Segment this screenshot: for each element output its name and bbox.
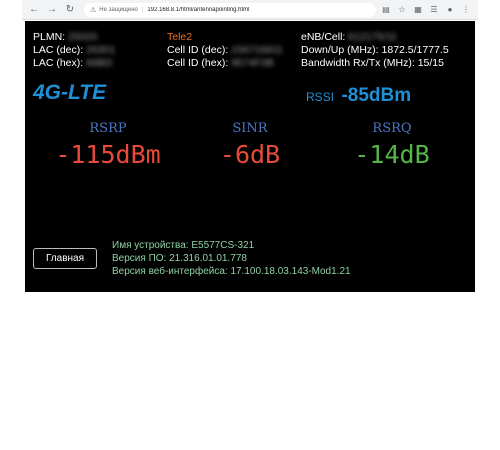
cell-hex-row: Cell ID (hex): 9574F0B xyxy=(167,57,283,70)
rssi-value: -85dBm xyxy=(341,85,412,106)
reload-icon[interactable]: ↻ xyxy=(64,4,76,16)
cell-dec-row: Cell ID (dec): 156716811 xyxy=(167,44,283,57)
enb-row: eNB/Cell: 612175/11 xyxy=(301,31,449,44)
plmn-label: PLMN: xyxy=(33,31,66,43)
reading-list-icon[interactable]: ☰ xyxy=(428,4,440,16)
lac-hex-row: LAC (hex): 66BD xyxy=(33,57,115,70)
freq-row: Down/Up (MHz): 1872.5/1777.5 xyxy=(301,44,449,57)
info-column-1: PLMN: 25020 LAC (dec): 26301 LAC (hex): … xyxy=(33,31,115,70)
url-text: 192.168.8.1/html/antennapointing.html xyxy=(147,6,250,13)
webui-version: Версия веб-интерфейса: 17.100.18.03.143-… xyxy=(112,266,351,277)
address-bar[interactable]: ⚠ Не защищено | 192.168.8.1/html/antenna… xyxy=(84,2,376,17)
lac-dec-row: LAC (dec): 26301 xyxy=(33,44,115,57)
address-separator: | xyxy=(141,6,144,13)
browser-toolbar: ← → ↻ ⚠ Не защищено | 192.168.8.1/html/a… xyxy=(22,0,478,20)
device-info: Имя устройства: E5577CS-321 Версия ПО: 2… xyxy=(112,239,351,278)
cell-hex-label: Cell ID (hex): xyxy=(167,57,229,69)
translate-icon[interactable]: ▤ xyxy=(380,4,392,16)
extensions-icon[interactable]: ▦ xyxy=(412,4,424,16)
sinr-label: SINR xyxy=(232,121,268,136)
warning-icon: ⚠ xyxy=(90,6,97,14)
plmn-row: PLMN: 25020 xyxy=(33,31,115,44)
profile-avatar-icon[interactable]: ● xyxy=(444,4,456,16)
security-status: Не защищено xyxy=(99,6,138,13)
back-icon[interactable]: ← xyxy=(28,4,40,16)
menu-icon[interactable]: ⋮ xyxy=(460,4,472,16)
home-button[interactable]: Главная xyxy=(33,248,97,269)
star-icon[interactable]: ☆ xyxy=(396,4,408,16)
firmware-version: Версия ПО: 21.316.01.01.778 xyxy=(112,253,247,264)
info-column-2: Tele2 Cell ID (dec): 156716811 Cell ID (… xyxy=(167,31,283,70)
rsrq-label: RSRQ xyxy=(372,121,412,136)
cell-dec-label: Cell ID (dec): xyxy=(167,44,229,56)
info-column-3: eNB/Cell: 612175/11 Down/Up (MHz): 1872.… xyxy=(301,31,449,70)
rsrp-value: -115dBm xyxy=(55,140,161,169)
freq-value: 1872.5/1777.5 xyxy=(381,44,449,56)
rsrp-label: RSRP xyxy=(89,121,127,136)
cell-dec-value: 156716811 xyxy=(231,44,283,56)
lac-hex-label: LAC (hex): xyxy=(33,57,84,69)
bandwidth-row: Bandwidth Rx/Tx (MHz): 15/15 xyxy=(301,57,449,70)
enb-label: eNB/Cell: xyxy=(301,31,346,43)
antenna-pointing-panel: PLMN: 25020 LAC (dec): 26301 LAC (hex): … xyxy=(25,21,475,292)
rssi-label: RSSI xyxy=(306,90,335,104)
bandwidth-value: 15/15 xyxy=(417,57,444,69)
freq-label: Down/Up (MHz): xyxy=(301,44,379,56)
operator-name: Tele2 xyxy=(167,31,193,43)
rsrq-value: -14dB xyxy=(354,140,430,169)
plmn-value: 25020 xyxy=(68,31,98,43)
cell-hex-value: 9574F0B xyxy=(231,57,274,69)
device-name: Имя устройства: E5577CS-321 xyxy=(112,240,255,251)
sinr-value: -6dB xyxy=(219,140,281,169)
rssi-readout: RSSI -85dBm xyxy=(306,85,411,107)
lac-dec-value: 26301 xyxy=(86,44,116,56)
lac-hex-value: 66BD xyxy=(86,57,113,69)
network-mode: 4G-LTE xyxy=(33,81,107,104)
enb-value: 612175/11 xyxy=(348,31,398,43)
bandwidth-label: Bandwidth Rx/Tx (MHz): xyxy=(301,57,415,69)
forward-icon[interactable]: → xyxy=(46,4,58,16)
lac-dec-label: LAC (dec): xyxy=(33,44,84,56)
